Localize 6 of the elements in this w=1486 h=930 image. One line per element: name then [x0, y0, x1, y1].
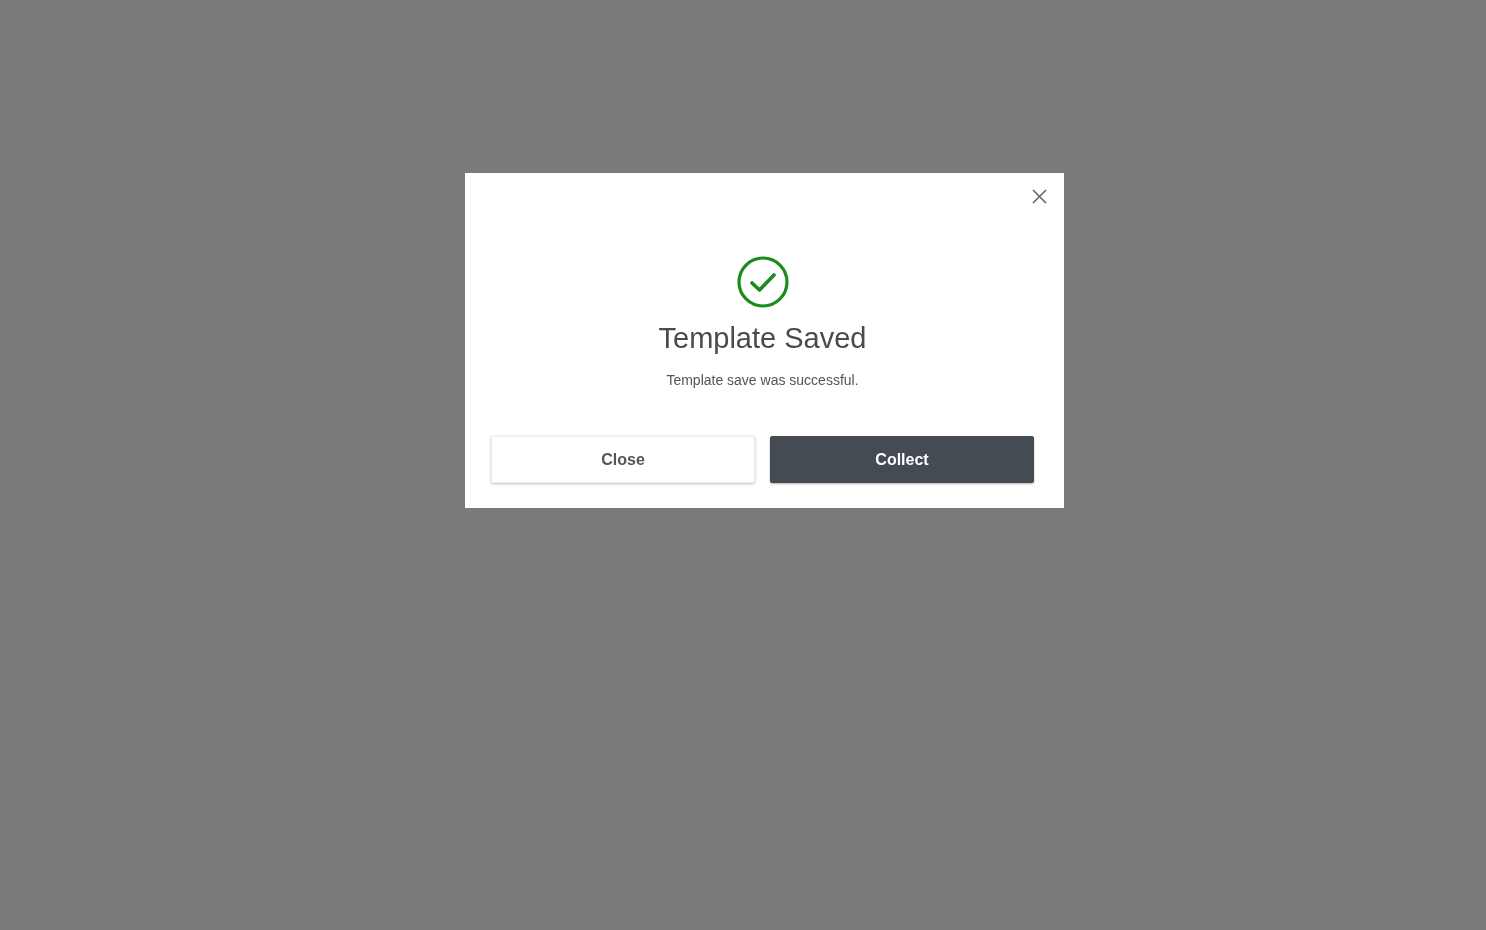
- close-icon[interactable]: [1032, 189, 1047, 204]
- close-button[interactable]: Close: [491, 436, 755, 483]
- check-circle-icon: [736, 256, 789, 308]
- collect-button[interactable]: Collect: [770, 436, 1034, 483]
- dialog-title: Template Saved: [658, 321, 867, 356]
- dialog-message: Template save was successful.: [666, 371, 859, 390]
